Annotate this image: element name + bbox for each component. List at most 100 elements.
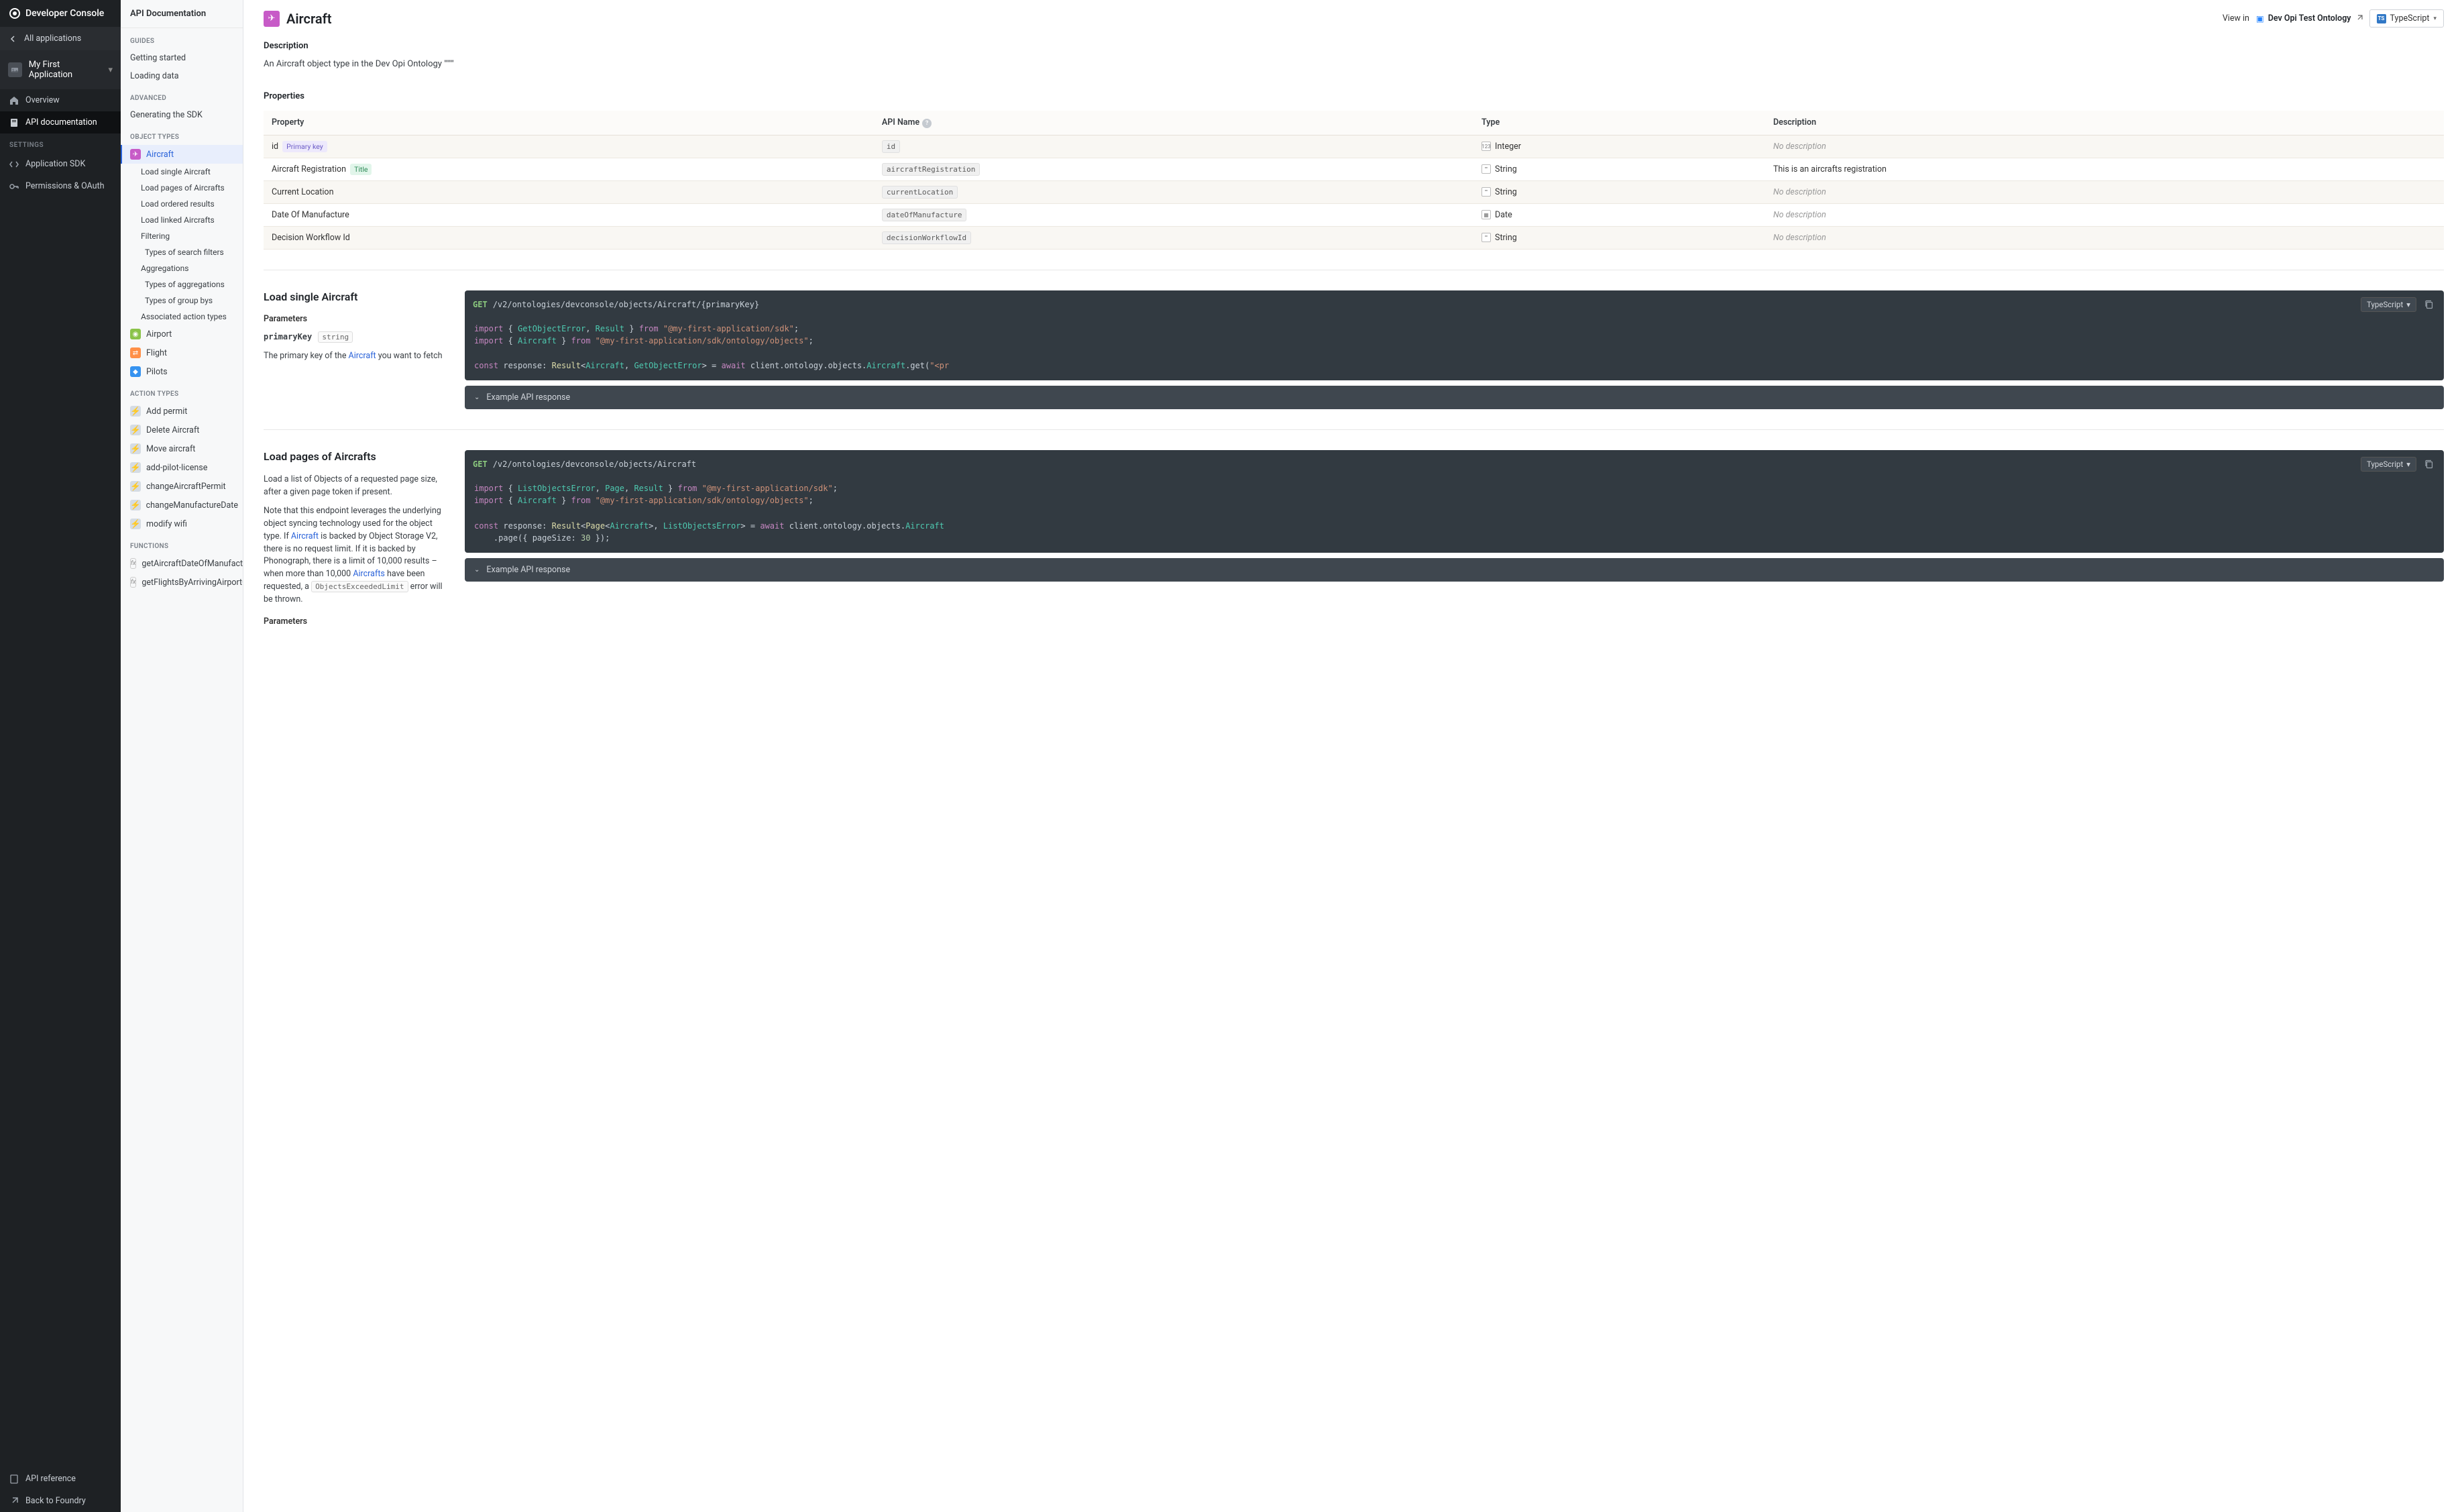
chevron-down-icon: ▾ <box>2433 15 2437 22</box>
external-link-icon <box>9 1497 19 1506</box>
plane-icon: ✈ <box>130 149 141 160</box>
current-application-selector[interactable]: My First Application ▾ <box>0 50 121 89</box>
brand-logo-icon <box>9 8 20 19</box>
page-header: ✈ Aircraft View in ▣ Dev Opi Test Ontolo… <box>243 0 2464 34</box>
action-icon: ⚡ <box>130 425 141 435</box>
advanced-generating-sdk[interactable]: Generating the SDK <box>121 106 243 124</box>
action-icon: ⚡ <box>130 443 141 454</box>
sub-groupby-types[interactable]: Types of group bys <box>121 292 243 309</box>
description-label: Description <box>264 41 787 51</box>
code-block: GET /v2/ontologies/devconsole/objects/Ai… <box>465 290 2444 380</box>
string-type-icon: "" <box>1481 164 1491 174</box>
sub-aggregation-types[interactable]: Types of aggregations <box>121 276 243 292</box>
no-description: No description <box>1765 180 2444 203</box>
col-property: Property <box>264 111 874 136</box>
guide-loading-data[interactable]: Loading data <box>121 67 243 85</box>
ontology-link[interactable]: ▣ Dev Opi Test Ontology <box>2256 13 2363 24</box>
api-name: id <box>882 140 900 153</box>
sub-load-ordered[interactable]: Load ordered results <box>121 196 243 212</box>
api-name: dateOfManufacture <box>882 209 967 221</box>
key-icon <box>9 182 19 191</box>
table-row: Date Of Manufacture dateOfManufacture ▦D… <box>264 203 2444 226</box>
endpoint-load-pages: Load pages of Aircrafts Load a list of O… <box>243 437 2464 647</box>
code-body[interactable]: import { GetObjectError, Result } from "… <box>465 319 2444 380</box>
table-header-row: Property API Name? Type Description <box>264 111 2444 136</box>
chevron-down-icon: ▾ <box>2406 300 2410 309</box>
endpoint-url: /v2/ontologies/devconsole/objects/Aircra… <box>493 460 696 469</box>
guide-getting-started[interactable]: Getting started <box>121 49 243 67</box>
swap-icon: ⇄ <box>130 347 141 358</box>
table-row: idPrimary key id 123Integer No descripti… <box>264 135 2444 158</box>
action-icon: ⚡ <box>130 500 141 510</box>
code-language-selector[interactable]: TypeScript▾ <box>2361 457 2416 472</box>
code-language-selector[interactable]: TypeScript▾ <box>2361 297 2416 312</box>
aircraft-link[interactable]: Aircraft <box>291 531 319 541</box>
advanced-section-label: ADVANCED <box>121 85 243 106</box>
action-modify-wifi[interactable]: ⚡modify wifi <box>121 515 243 533</box>
action-icon: ⚡ <box>130 481 141 492</box>
properties-table-wrap: Property API Name? Type Description id Pr… <box>243 111 2464 263</box>
error-code: ObjectsExceededLimit <box>311 581 408 592</box>
endpoint-description: Load a list of Objects of a requested pa… <box>264 474 451 499</box>
sub-load-pages[interactable]: Load pages of Aircrafts <box>121 180 243 196</box>
copy-button[interactable] <box>2422 298 2436 311</box>
object-type-aircraft[interactable]: ✈ Aircraft <box>121 145 243 164</box>
table-row: Aircraft RegistrationTitle aircraftRegis… <box>264 158 2444 180</box>
endpoint-load-single: Load single Aircraft Parameters primaryK… <box>243 277 2464 423</box>
action-icon: ⚡ <box>130 519 141 529</box>
action-move-aircraft[interactable]: ⚡Move aircraft <box>121 439 243 458</box>
aircrafts-link[interactable]: Aircrafts <box>353 569 385 579</box>
properties-heading-section: Properties <box>243 85 807 111</box>
param-description: The primary key of the Aircraft you want… <box>264 350 451 363</box>
app-thumbnail-icon <box>8 62 22 77</box>
nav-overview[interactable]: Overview <box>0 89 121 111</box>
sub-filtering[interactable]: Filtering <box>121 228 243 244</box>
main-content: ✈ Aircraft View in ▣ Dev Opi Test Ontolo… <box>243 0 2464 1512</box>
table-row: Decision Workflow Id decisionWorkflowId … <box>264 226 2444 249</box>
function-get-flights[interactable]: fxgetFlightsByArrivingAirportC… <box>121 573 243 592</box>
view-in-label: View in <box>2223 13 2249 23</box>
language-selector[interactable]: TS TypeScript ▾ <box>2369 9 2444 28</box>
function-icon: fx <box>130 558 136 569</box>
object-type-airport[interactable]: ◉ Airport <box>121 325 243 343</box>
string-type-icon: "" <box>1481 187 1491 197</box>
action-change-permit[interactable]: ⚡changeAircraftPermit <box>121 477 243 496</box>
api-docs-header: API Documentation <box>121 0 243 28</box>
sub-load-linked[interactable]: Load linked Aircrafts <box>121 212 243 228</box>
endpoint-title: Load single Aircraft <box>264 290 451 303</box>
action-delete-aircraft[interactable]: ⚡Delete Aircraft <box>121 421 243 439</box>
function-get-mfg-date[interactable]: fxgetAircraftDateOfManufacture <box>121 554 243 573</box>
param-name: primaryKey <box>264 332 312 341</box>
action-change-mfg-date[interactable]: ⚡changeManufactureDate <box>121 496 243 515</box>
back-to-applications[interactable]: All applications <box>0 27 121 50</box>
action-add-permit[interactable]: ⚡Add permit <box>121 402 243 421</box>
sub-load-single[interactable]: Load single Aircraft <box>121 164 243 180</box>
date-type-icon: ▦ <box>1481 210 1491 219</box>
primary-key-badge: Primary key <box>282 141 327 152</box>
help-icon[interactable]: ? <box>922 119 932 128</box>
nav-api-reference[interactable]: API reference <box>0 1468 121 1490</box>
brand-title: Developer Console <box>25 8 104 19</box>
copy-button[interactable] <box>2422 457 2436 471</box>
example-response-toggle[interactable]: ⌄ Example API response <box>465 386 2444 409</box>
http-method: GET <box>473 300 488 309</box>
sub-search-filters[interactable]: Types of search filters <box>121 244 243 260</box>
aircraft-link[interactable]: Aircraft <box>349 351 376 361</box>
chevron-down-icon: ▾ <box>2406 460 2410 469</box>
sub-aggregations[interactable]: Aggregations <box>121 260 243 276</box>
nav-application-sdk[interactable]: Application SDK <box>0 153 121 175</box>
nav-api-documentation[interactable]: API documentation <box>0 111 121 133</box>
functions-section-label: FUNCTIONS <box>121 533 243 554</box>
nav-back-to-foundry[interactable]: Back to Foundry <box>0 1490 121 1512</box>
example-response-toggle[interactable]: ⌄ Example API response <box>465 558 2444 582</box>
object-type-pilots[interactable]: ◆ Pilots <box>121 362 243 381</box>
arrow-left-icon <box>9 35 17 43</box>
sub-associated-actions[interactable]: Associated action types <box>121 309 243 325</box>
external-link-icon <box>2355 15 2363 22</box>
page-title: Aircraft <box>286 11 331 27</box>
code-body[interactable]: import { ListObjectsError, Page, Result … <box>465 478 2444 553</box>
object-type-flight[interactable]: ⇄ Flight <box>121 343 243 362</box>
book-icon <box>9 118 19 127</box>
nav-permissions-oauth[interactable]: Permissions & OAuth <box>0 175 121 197</box>
action-add-pilot-license[interactable]: ⚡add-pilot-license <box>121 458 243 477</box>
